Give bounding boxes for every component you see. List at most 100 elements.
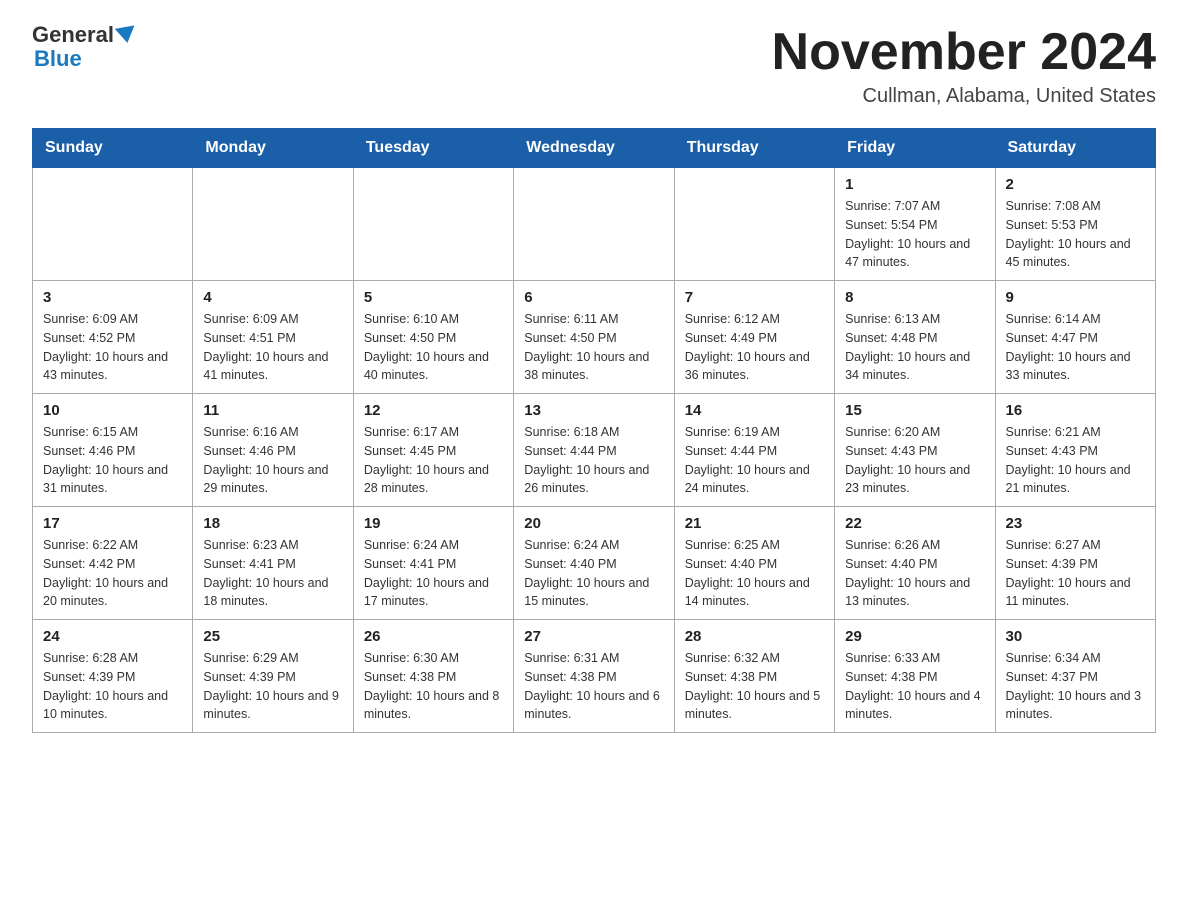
calendar-cell: 13 Sunrise: 6:18 AMSunset: 4:44 PMDayligh… — [514, 394, 674, 507]
day-info: Sunrise: 6:09 AMSunset: 4:51 PMDaylight:… — [203, 310, 342, 385]
day-number: 19 — [364, 515, 503, 532]
day-info: Sunrise: 6:21 AMSunset: 4:43 PMDaylight:… — [1006, 423, 1145, 498]
weekday-header-thursday: Thursday — [674, 129, 834, 168]
day-number: 9 — [1006, 289, 1145, 306]
day-number: 24 — [43, 628, 182, 645]
location-subtitle: Cullman, Alabama, United States — [772, 85, 1156, 108]
day-info: Sunrise: 6:27 AMSunset: 4:39 PMDaylight:… — [1006, 536, 1145, 611]
calendar-cell: 9 Sunrise: 6:14 AMSunset: 4:47 PMDaylight… — [995, 281, 1155, 394]
calendar-cell: 6 Sunrise: 6:11 AMSunset: 4:50 PMDaylight… — [514, 281, 674, 394]
day-info: Sunrise: 6:09 AMSunset: 4:52 PMDaylight:… — [43, 310, 182, 385]
logo: General Blue — [32, 24, 138, 72]
day-number: 2 — [1006, 176, 1145, 193]
weekday-header-friday: Friday — [835, 129, 995, 168]
calendar-cell: 11Sunrise: 6:16 AMSunset: 4:46 PMDayligh… — [193, 394, 353, 507]
calendar-cell — [674, 168, 834, 281]
calendar-cell: 28Sunrise: 6:32 AMSunset: 4:38 PMDayligh… — [674, 620, 834, 733]
calendar-cell: 18 Sunrise: 6:23 AMSunset: 4:41 PMDayligh… — [193, 507, 353, 620]
day-info: Sunrise: 6:33 AMSunset: 4:38 PMDaylight:… — [845, 649, 984, 724]
title-area: November 2024 Cullman, Alabama, United S… — [772, 24, 1156, 108]
weekday-header-sunday: Sunday — [33, 129, 193, 168]
day-number: 6 — [524, 289, 663, 306]
day-number: 7 — [685, 289, 824, 306]
calendar-cell: 1 Sunrise: 7:07 AMSunset: 5:54 PMDaylight… — [835, 168, 995, 281]
calendar-cell: 26 Sunrise: 6:30 AMSunset: 4:38 PMDayligh… — [353, 620, 513, 733]
calendar-cell: 21 Sunrise: 6:25 AMSunset: 4:40 PMDayligh… — [674, 507, 834, 620]
day-number: 10 — [43, 402, 182, 419]
day-info: Sunrise: 7:07 AMSunset: 5:54 PMDaylight:… — [845, 197, 984, 272]
calendar-cell: 17 Sunrise: 6:22 AMSunset: 4:42 PMDayligh… — [33, 507, 193, 620]
calendar-cell: 8 Sunrise: 6:13 AMSunset: 4:48 PMDaylight… — [835, 281, 995, 394]
calendar-cell: 3 Sunrise: 6:09 AMSunset: 4:52 PMDaylight… — [33, 281, 193, 394]
weekday-header-saturday: Saturday — [995, 129, 1155, 168]
day-number: 8 — [845, 289, 984, 306]
day-number: 17 — [43, 515, 182, 532]
calendar-cell: 24 Sunrise: 6:28 AMSunset: 4:39 PMDayligh… — [33, 620, 193, 733]
calendar-cell: 14 Sunrise: 6:19 AMSunset: 4:44 PMDayligh… — [674, 394, 834, 507]
day-info: Sunrise: 6:13 AMSunset: 4:48 PMDaylight:… — [845, 310, 984, 385]
day-info: Sunrise: 6:34 AMSunset: 4:37 PMDaylight:… — [1006, 649, 1145, 724]
day-number: 29 — [845, 628, 984, 645]
logo-text: General — [32, 24, 138, 46]
day-info: Sunrise: 6:17 AMSunset: 4:45 PMDaylight:… — [364, 423, 503, 498]
day-info: Sunrise: 6:18 AMSunset: 4:44 PMDaylight:… — [524, 423, 663, 498]
page-header: General Blue November 2024 Cullman, Alab… — [32, 24, 1156, 108]
calendar-cell — [514, 168, 674, 281]
calendar-cell: 16Sunrise: 6:21 AMSunset: 4:43 PMDayligh… — [995, 394, 1155, 507]
day-number: 15 — [845, 402, 984, 419]
day-info: Sunrise: 6:31 AMSunset: 4:38 PMDaylight:… — [524, 649, 663, 724]
day-info: Sunrise: 6:26 AMSunset: 4:40 PMDaylight:… — [845, 536, 984, 611]
day-number: 21 — [685, 515, 824, 532]
day-number: 13 — [524, 402, 663, 419]
day-number: 27 — [524, 628, 663, 645]
day-info: Sunrise: 6:29 AMSunset: 4:39 PMDaylight:… — [203, 649, 342, 724]
calendar-week-row: 1 Sunrise: 7:07 AMSunset: 5:54 PMDaylight… — [33, 168, 1156, 281]
day-info: Sunrise: 6:20 AMSunset: 4:43 PMDaylight:… — [845, 423, 984, 498]
day-number: 14 — [685, 402, 824, 419]
day-number: 4 — [203, 289, 342, 306]
calendar-cell: 10 Sunrise: 6:15 AMSunset: 4:46 PMDayligh… — [33, 394, 193, 507]
day-info: Sunrise: 7:08 AMSunset: 5:53 PMDaylight:… — [1006, 197, 1145, 272]
day-info: Sunrise: 6:14 AMSunset: 4:47 PMDaylight:… — [1006, 310, 1145, 385]
day-number: 18 — [203, 515, 342, 532]
calendar-cell — [193, 168, 353, 281]
day-info: Sunrise: 6:23 AMSunset: 4:41 PMDaylight:… — [203, 536, 342, 611]
day-number: 30 — [1006, 628, 1145, 645]
day-number: 3 — [43, 289, 182, 306]
day-info: Sunrise: 6:24 AMSunset: 4:41 PMDaylight:… — [364, 536, 503, 611]
day-number: 12 — [364, 402, 503, 419]
day-info: Sunrise: 6:22 AMSunset: 4:42 PMDaylight:… — [43, 536, 182, 611]
calendar-week-row: 10 Sunrise: 6:15 AMSunset: 4:46 PMDayligh… — [33, 394, 1156, 507]
calendar-cell — [353, 168, 513, 281]
day-number: 20 — [524, 515, 663, 532]
day-info: Sunrise: 6:15 AMSunset: 4:46 PMDaylight:… — [43, 423, 182, 498]
logo-triangle-icon — [115, 25, 137, 44]
calendar-week-row: 24 Sunrise: 6:28 AMSunset: 4:39 PMDayligh… — [33, 620, 1156, 733]
calendar-cell: 12 Sunrise: 6:17 AMSunset: 4:45 PMDayligh… — [353, 394, 513, 507]
calendar-cell: 23Sunrise: 6:27 AMSunset: 4:39 PMDayligh… — [995, 507, 1155, 620]
day-number: 5 — [364, 289, 503, 306]
day-number: 28 — [685, 628, 824, 645]
day-number: 26 — [364, 628, 503, 645]
day-number: 1 — [845, 176, 984, 193]
calendar-cell: 4 Sunrise: 6:09 AMSunset: 4:51 PMDaylight… — [193, 281, 353, 394]
day-number: 25 — [203, 628, 342, 645]
calendar-cell: 19 Sunrise: 6:24 AMSunset: 4:41 PMDayligh… — [353, 507, 513, 620]
calendar-week-row: 3 Sunrise: 6:09 AMSunset: 4:52 PMDaylight… — [33, 281, 1156, 394]
calendar-cell: 22Sunrise: 6:26 AMSunset: 4:40 PMDayligh… — [835, 507, 995, 620]
calendar-cell: 20Sunrise: 6:24 AMSunset: 4:40 PMDayligh… — [514, 507, 674, 620]
month-title: November 2024 — [772, 24, 1156, 81]
logo-blue-text: Blue — [34, 46, 82, 71]
day-info: Sunrise: 6:19 AMSunset: 4:44 PMDaylight:… — [685, 423, 824, 498]
calendar-cell: 30 Sunrise: 6:34 AMSunset: 4:37 PMDayligh… — [995, 620, 1155, 733]
day-info: Sunrise: 6:10 AMSunset: 4:50 PMDaylight:… — [364, 310, 503, 385]
day-info: Sunrise: 6:11 AMSunset: 4:50 PMDaylight:… — [524, 310, 663, 385]
calendar-cell — [33, 168, 193, 281]
day-info: Sunrise: 6:25 AMSunset: 4:40 PMDaylight:… — [685, 536, 824, 611]
day-info: Sunrise: 6:30 AMSunset: 4:38 PMDaylight:… — [364, 649, 503, 724]
day-info: Sunrise: 6:28 AMSunset: 4:39 PMDaylight:… — [43, 649, 182, 724]
calendar-cell: 29 Sunrise: 6:33 AMSunset: 4:38 PMDayligh… — [835, 620, 995, 733]
weekday-header-wednesday: Wednesday — [514, 129, 674, 168]
weekday-header-row: SundayMondayTuesdayWednesdayThursdayFrid… — [33, 129, 1156, 168]
calendar-cell: 27 Sunrise: 6:31 AMSunset: 4:38 PMDayligh… — [514, 620, 674, 733]
